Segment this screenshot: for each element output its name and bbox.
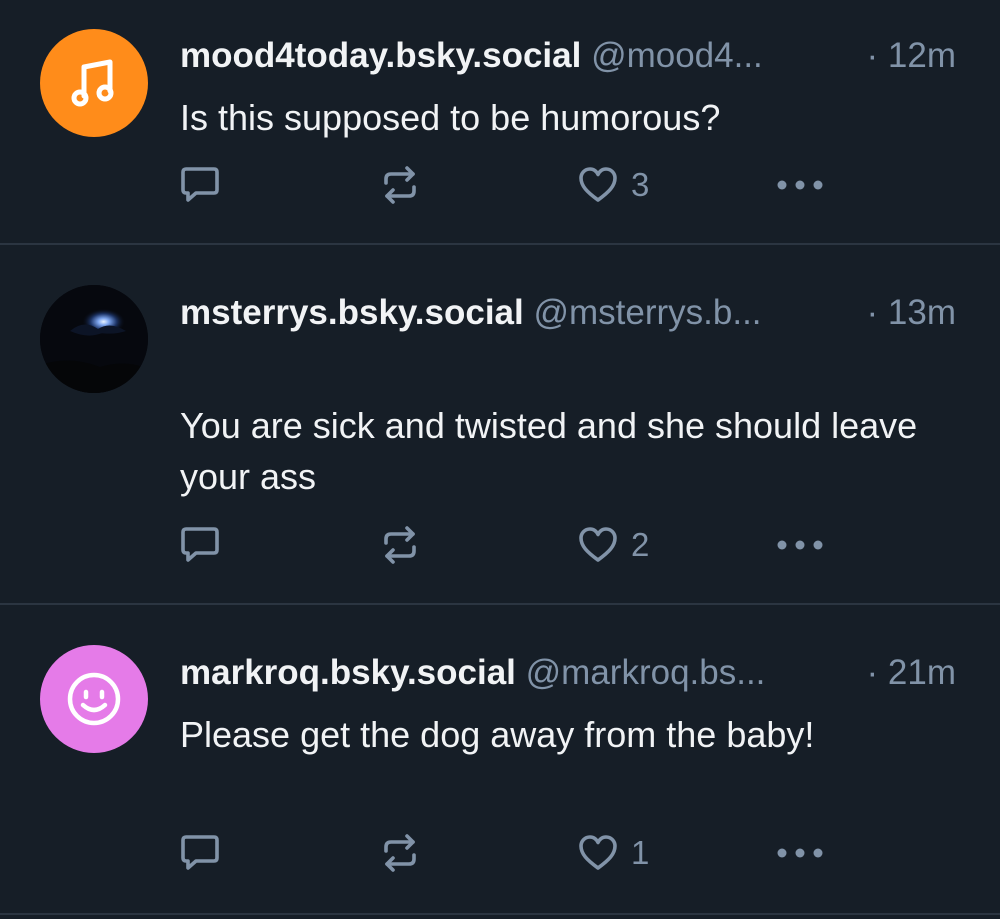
repost-icon — [384, 834, 416, 872]
more-options-button[interactable] — [776, 831, 824, 875]
more-options-button[interactable] — [776, 523, 824, 567]
post-header: msterrys.bsky.social @msterrys.b... · 13… — [180, 291, 960, 335]
post-actions: 3 — [0, 163, 1000, 207]
post-text: Please get the dog away from the baby! — [180, 714, 815, 755]
post-header: markroq.bsky.social @markroq.bs... · 21m — [180, 651, 960, 695]
post-header: mood4today.bsky.social @mood4... · 12m — [180, 34, 960, 78]
reply-icon — [181, 167, 219, 202]
timestamp[interactable]: · 12m — [867, 34, 956, 78]
reply-icon — [181, 835, 219, 870]
like-button[interactable]: 2 — [579, 523, 649, 567]
more-horizontal-icon — [777, 180, 823, 190]
music-note-icon — [71, 59, 114, 107]
reply-button[interactable] — [180, 831, 220, 875]
repost-button[interactable] — [382, 523, 418, 567]
post-actions: 2 — [0, 523, 1000, 567]
like-count: 2 — [631, 526, 650, 563]
heart-icon — [579, 527, 617, 562]
display-name[interactable]: msterrys.bsky.social — [180, 293, 524, 332]
timestamp[interactable]: · 21m — [867, 651, 956, 695]
post-item[interactable]: markroq.bsky.social @markroq.bs... · 21m… — [0, 605, 1000, 915]
timestamp[interactable]: · 13m — [867, 291, 956, 335]
repost-icon — [384, 526, 416, 564]
repost-button[interactable] — [382, 831, 418, 875]
like-button[interactable]: 1 — [579, 831, 649, 875]
post-item[interactable]: mood4today.bsky.social @mood4... · 12m I… — [0, 0, 1000, 245]
avatar[interactable] — [40, 645, 148, 753]
heart-icon — [579, 835, 617, 870]
reply-icon — [181, 527, 219, 562]
post-actions: 1 — [0, 831, 1000, 875]
reply-button[interactable] — [180, 163, 220, 207]
repost-icon — [384, 166, 416, 204]
night-sky-photo — [40, 285, 148, 393]
reply-feed: mood4today.bsky.social @mood4... · 12m I… — [0, 0, 1000, 919]
post-text: Is this supposed to be humorous? — [180, 97, 721, 138]
like-button[interactable]: 3 — [579, 163, 649, 207]
post-item[interactable]: msterrys.bsky.social @msterrys.b... · 13… — [0, 245, 1000, 605]
repost-button[interactable] — [382, 163, 418, 207]
avatar[interactable] — [40, 29, 148, 137]
more-options-button[interactable] — [776, 163, 824, 207]
more-horizontal-icon — [777, 848, 823, 858]
more-horizontal-icon — [777, 540, 823, 550]
like-count: 3 — [631, 166, 650, 203]
heart-icon — [579, 167, 617, 202]
smiley-face-icon — [67, 672, 121, 726]
like-count: 1 — [631, 834, 650, 871]
handle[interactable]: @mood4... — [591, 36, 763, 75]
reply-button[interactable] — [180, 523, 220, 567]
handle[interactable]: @markroq.bs... — [526, 653, 766, 692]
post-text: You are sick and twisted and she should … — [180, 405, 918, 497]
display-name[interactable]: markroq.bsky.social — [180, 653, 516, 692]
display-name[interactable]: mood4today.bsky.social — [180, 36, 581, 75]
avatar[interactable] — [40, 285, 148, 393]
handle[interactable]: @msterrys.b... — [533, 293, 761, 332]
